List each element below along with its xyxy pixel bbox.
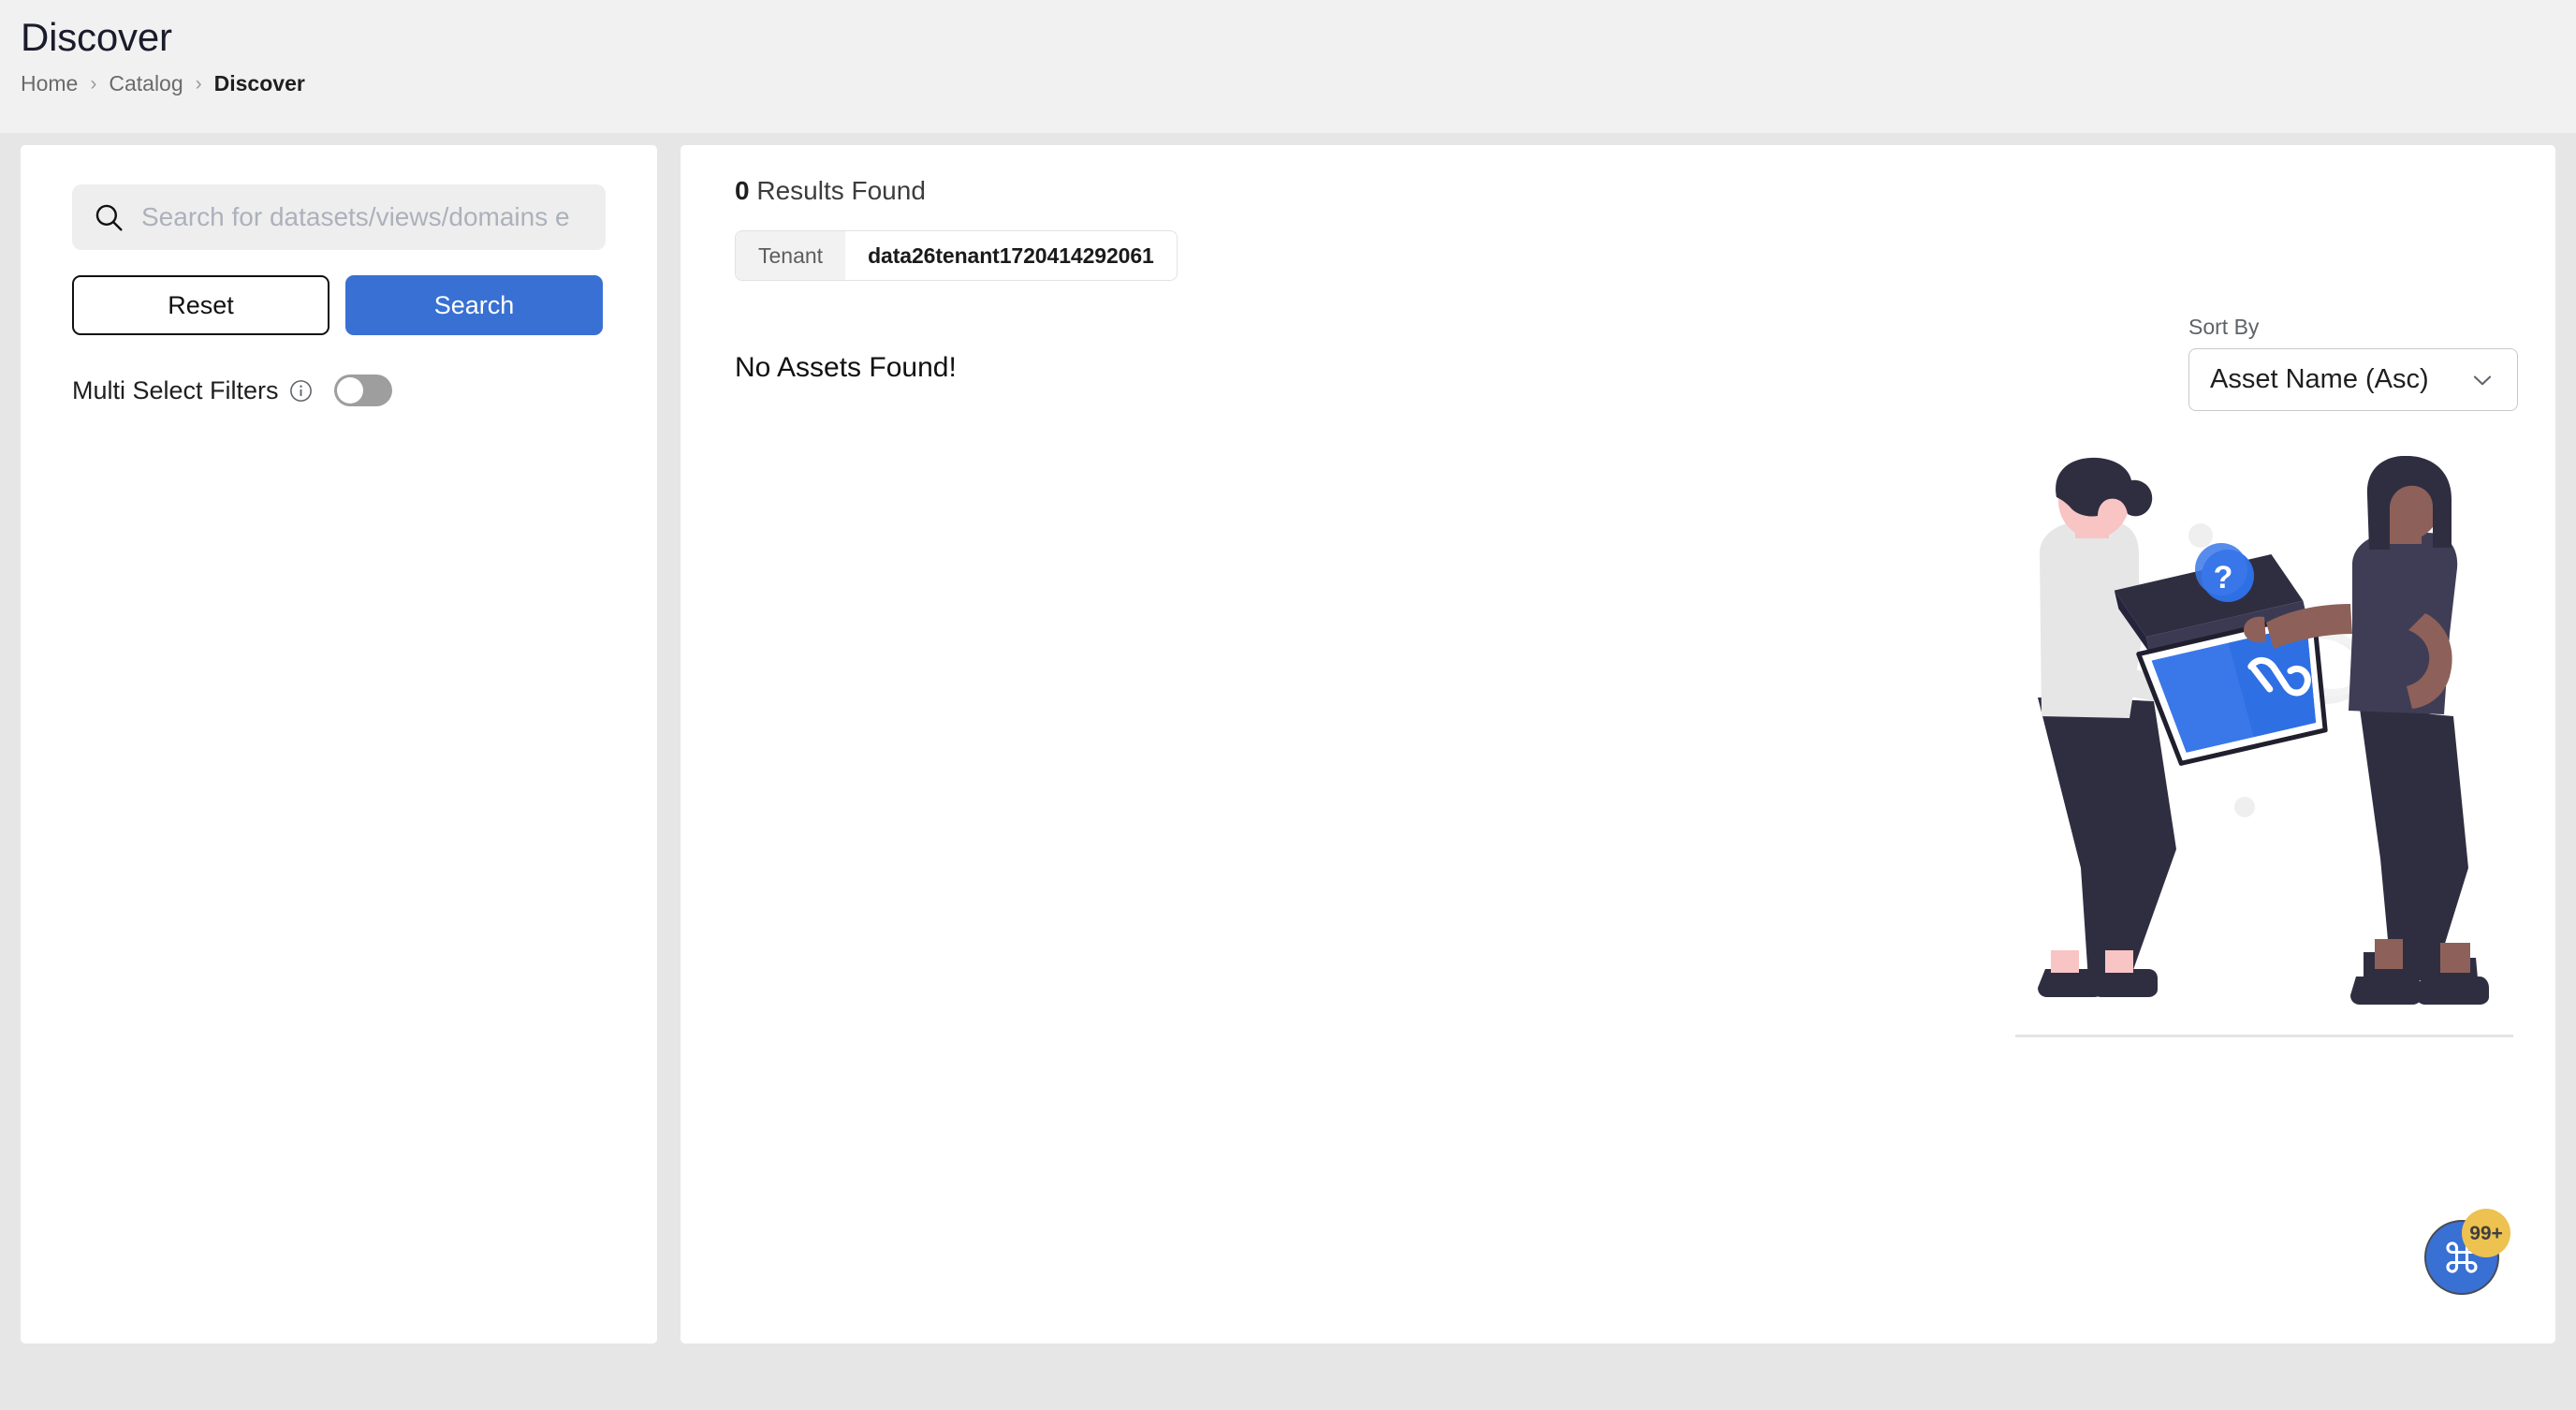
breadcrumb-item-home[interactable]: Home <box>21 73 78 95</box>
results-panel: 0 Results Found Tenant data26tenant17204… <box>681 145 2555 1344</box>
filter-panel: Reset Search Multi Select Filters <box>21 145 657 1344</box>
results-count-label: Results Found <box>749 176 926 205</box>
breadcrumb-item-catalog[interactable]: Catalog <box>109 73 183 95</box>
reset-button[interactable]: Reset <box>72 275 329 335</box>
breadcrumb-separator-icon: › <box>90 73 97 95</box>
empty-state-illustration: ? <box>1989 456 2513 1055</box>
search-button[interactable]: Search <box>345 275 603 335</box>
assistant-fab-container: 99+ <box>2424 1209 2510 1295</box>
applied-filter-chip-tenant[interactable]: Tenant data26tenant1720414292061 <box>735 230 1178 281</box>
applied-filter-value: data26tenant1720414292061 <box>868 242 1154 268</box>
multi-select-filters-toggle[interactable] <box>333 375 392 406</box>
sort-by-label: Sort By <box>2188 315 2260 339</box>
breadcrumb-separator-icon: › <box>195 73 202 95</box>
applied-filter-key: Tenant <box>736 231 846 280</box>
filter-actions: Reset Search <box>72 275 606 335</box>
multi-select-filters-label: Multi Select Filters <box>72 375 279 404</box>
search-box[interactable] <box>72 184 606 250</box>
results-count-number: 0 <box>735 176 750 205</box>
page-title: Discover <box>21 15 172 59</box>
page-header: Discover Home › Catalog › Discover <box>0 0 2576 133</box>
assistant-fab-badge: 99+ <box>2462 1209 2510 1257</box>
window-corner <box>2544 1378 2576 1410</box>
search-icon <box>93 201 124 233</box>
page-body: Reset Search Multi Select Filters <box>0 133 2576 1410</box>
sort-by-select[interactable]: Asset Name (Asc) <box>2188 348 2518 411</box>
search-input[interactable] <box>141 202 585 232</box>
toggle-knob <box>336 377 363 404</box>
breadcrumb-item-discover: Discover <box>213 71 305 96</box>
panels-container: Reset Search Multi Select Filters <box>0 145 2576 1344</box>
breadcrumb: Home › Catalog › Discover <box>21 73 2576 95</box>
multi-select-filters-row: Multi Select Filters <box>72 375 606 406</box>
svg-text:?: ? <box>2214 560 2233 595</box>
chevron-down-icon <box>2468 366 2496 394</box>
results-count: 0 Results Found <box>735 178 2518 204</box>
sort-by-control: Sort By Asset Name (Asc) <box>2188 316 2518 411</box>
sort-by-selected-value: Asset Name (Asc) <box>2210 366 2429 393</box>
info-circle-icon[interactable] <box>289 379 313 403</box>
